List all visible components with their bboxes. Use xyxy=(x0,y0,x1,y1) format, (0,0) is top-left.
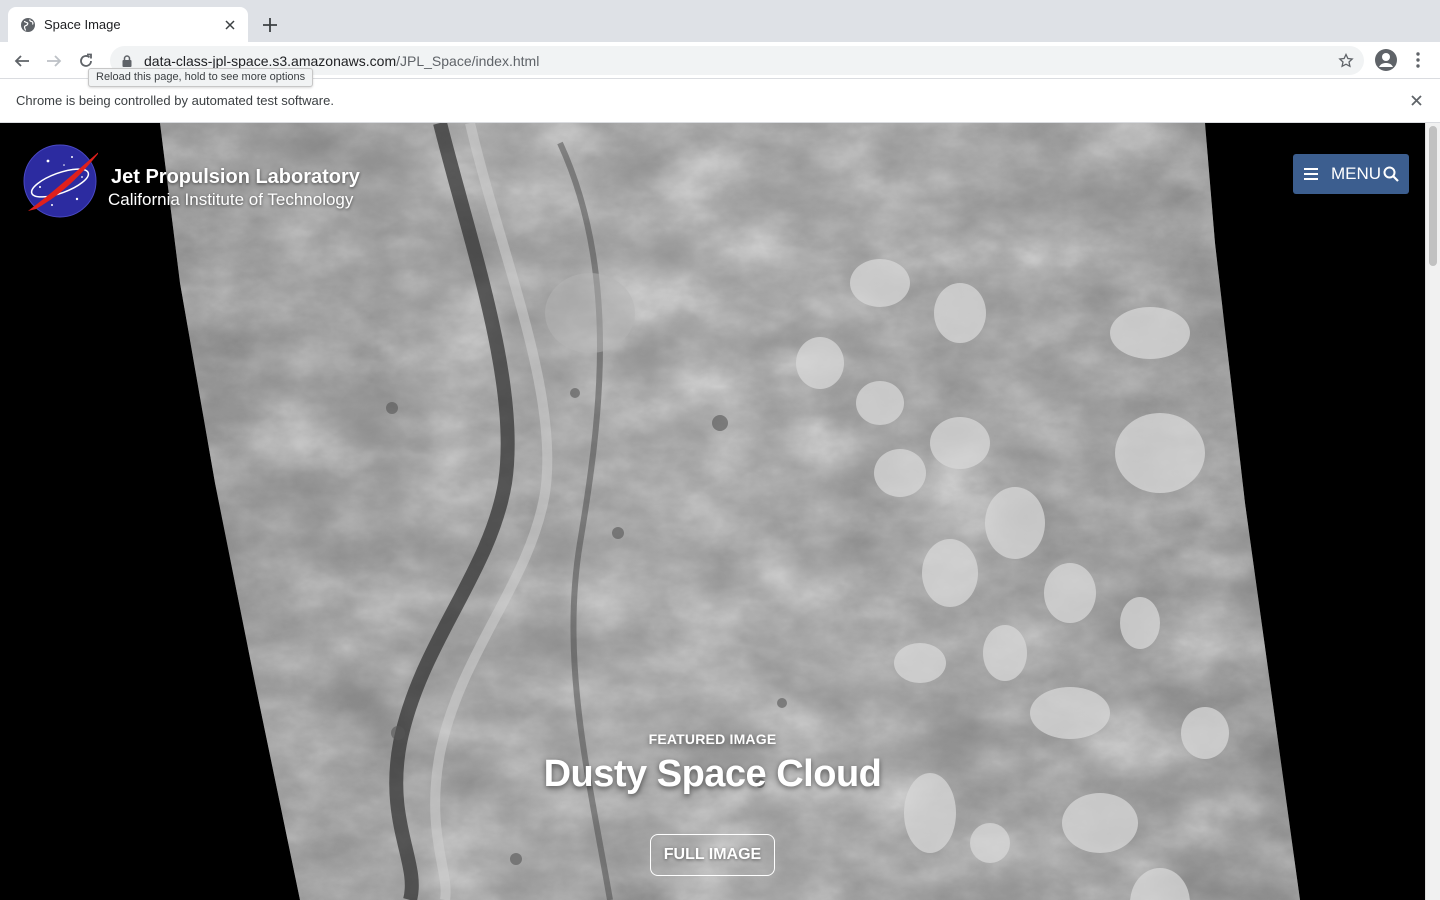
page-viewport: Jet Propulsion Laboratory California Ins… xyxy=(0,123,1425,900)
hamburger-icon xyxy=(1304,168,1318,180)
new-tab-button[interactable] xyxy=(258,13,282,37)
full-image-button[interactable]: FULL IMAGE xyxy=(650,834,775,876)
tab-title: Space Image xyxy=(44,17,121,32)
featured-kicker: FEATURED IMAGE xyxy=(648,731,777,747)
infobar-close-icon[interactable] xyxy=(1404,89,1428,113)
plus-icon xyxy=(263,18,277,32)
url-host: data-class-jpl-space.s3.amazonaws.com xyxy=(144,52,397,69)
globe-icon xyxy=(21,17,35,32)
reload-icon xyxy=(80,53,92,67)
scrollbar-thumb[interactable] xyxy=(1429,126,1437,266)
url-path: /JPL_Space/index.html xyxy=(396,52,540,69)
search-icon[interactable] xyxy=(1383,166,1399,182)
institution-name: California Institute of Technology xyxy=(108,190,354,209)
jpl-brand[interactable]: Jet Propulsion Laboratory California Ins… xyxy=(108,166,360,210)
org-name: Jet Propulsion Laboratory xyxy=(111,166,360,188)
forward-button[interactable] xyxy=(42,49,66,73)
tab-close-icon[interactable] xyxy=(222,17,238,33)
featured-title: Dusty Space Cloud xyxy=(543,753,882,795)
tab-strip: Space Image xyxy=(0,0,1440,42)
page-scrollbar[interactable] xyxy=(1425,123,1440,900)
browser-tab[interactable]: Space Image xyxy=(8,7,248,42)
lock-icon xyxy=(122,54,132,67)
url-text: data-class-jpl-space.s3.amazonaws.com/JP… xyxy=(144,53,1336,69)
arrow-right-icon xyxy=(47,55,62,67)
menu-label: MENU xyxy=(1331,164,1382,183)
infobar-message: Chrome is being controlled by automated … xyxy=(16,93,334,108)
arrow-left-icon xyxy=(14,55,29,67)
hero-caption: FEATURED IMAGE Dusty Space Cloud xyxy=(0,731,1425,796)
account-icon[interactable] xyxy=(1374,48,1398,72)
nasa-logo[interactable] xyxy=(22,143,98,219)
browser-menu-kebab-icon[interactable] xyxy=(1408,48,1428,72)
bookmark-star-icon[interactable] xyxy=(1336,51,1356,71)
reload-tooltip: Reload this page, hold to see more optio… xyxy=(88,68,314,87)
menu-button[interactable]: MENU xyxy=(1293,154,1409,194)
back-button[interactable] xyxy=(10,49,34,73)
